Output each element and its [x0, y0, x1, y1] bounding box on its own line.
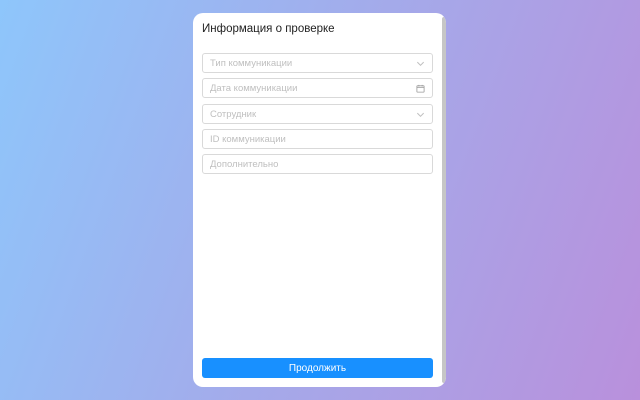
chevron-down-icon — [415, 109, 425, 119]
additional-input[interactable] — [210, 158, 425, 170]
communication-id-input[interactable] — [210, 133, 425, 145]
communication-type-select[interactable]: Тип коммуникации — [202, 53, 433, 73]
chevron-down-icon — [415, 58, 425, 68]
communication-id-field[interactable] — [202, 129, 433, 149]
communication-type-placeholder: Тип коммуникации — [210, 57, 293, 69]
calendar-icon — [415, 83, 425, 93]
additional-field[interactable] — [202, 154, 433, 174]
communication-date-placeholder: Дата коммуникации — [210, 82, 298, 94]
employee-select[interactable]: Сотрудник — [202, 104, 433, 124]
form-title: Информация о проверке — [202, 23, 335, 35]
form-card: Информация о проверке Тип коммуникации Д… — [193, 13, 446, 387]
continue-button[interactable]: Продолжить — [202, 358, 433, 378]
scrollbar[interactable] — [442, 17, 446, 383]
employee-placeholder: Сотрудник — [210, 108, 257, 120]
communication-date-picker[interactable]: Дата коммуникации — [202, 78, 433, 98]
